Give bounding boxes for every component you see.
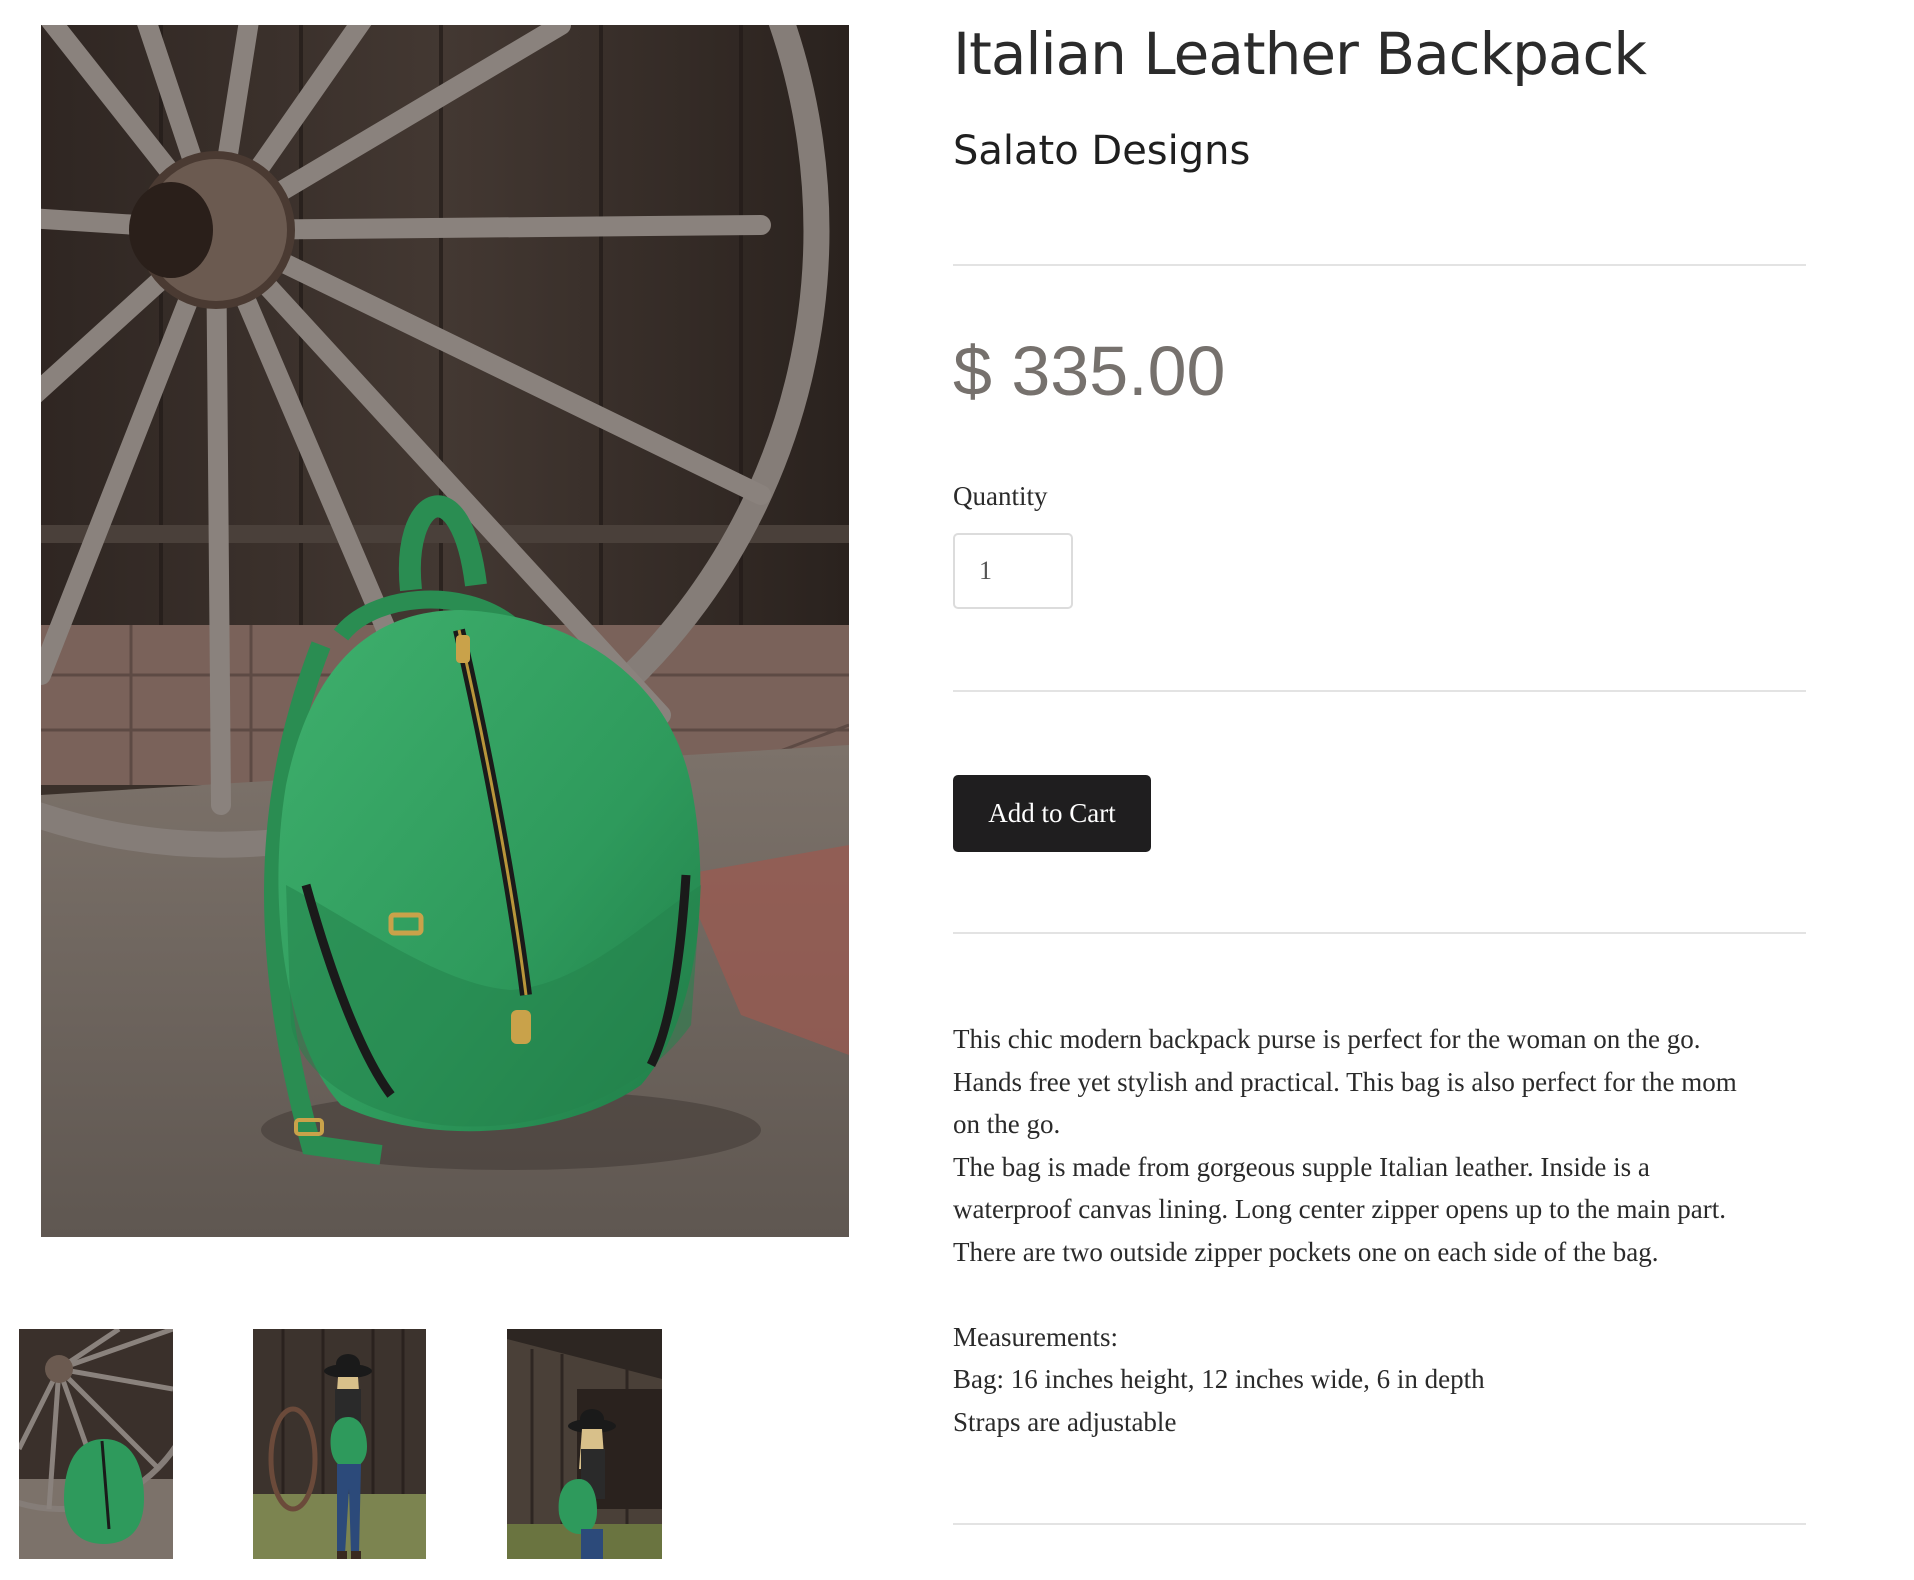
divider xyxy=(953,932,1806,934)
thumbnail-woman-side-view[interactable] xyxy=(507,1329,662,1559)
measurements-line: Bag: 16 inches height, 12 inches wide, 6… xyxy=(953,1364,1485,1394)
description-line: The bag is made from gorgeous supple Ita… xyxy=(953,1151,1650,1182)
thumbnail-backpack-wagon-wheel[interactable] xyxy=(19,1329,173,1559)
add-to-cart-button[interactable]: Add to Cart xyxy=(953,775,1151,852)
description-line: waterproof canvas lining. Long center zi… xyxy=(953,1194,1726,1224)
product-page: Italian Leather Backpack Salato Designs … xyxy=(0,0,1914,1580)
quantity-label: Quantity xyxy=(953,481,1048,511)
description-line: There are two outside zipper pockets one… xyxy=(953,1236,1659,1267)
product-title: Italian Leather Backpack xyxy=(953,20,1647,88)
description-line: on the go. xyxy=(953,1109,1061,1139)
product-description: This chic modern backpack purse is perfe… xyxy=(953,1018,1806,1443)
quantity-input[interactable] xyxy=(953,533,1073,609)
description-line: This chic modern backpack purse is perfe… xyxy=(953,1024,1701,1054)
measurements-heading: Measurements: xyxy=(953,1321,1118,1352)
product-price: $ 335.00 xyxy=(953,332,1226,410)
thumbnail-woman-back-view[interactable] xyxy=(253,1329,426,1559)
product-vendor: Salato Designs xyxy=(953,128,1251,174)
description-line: Hands free yet stylish and practical. Th… xyxy=(953,1066,1737,1097)
divider xyxy=(953,1523,1806,1525)
divider xyxy=(953,690,1806,692)
divider xyxy=(953,264,1806,266)
main-product-image[interactable] xyxy=(41,25,849,1237)
measurements-line: Straps are adjustable xyxy=(953,1406,1177,1437)
